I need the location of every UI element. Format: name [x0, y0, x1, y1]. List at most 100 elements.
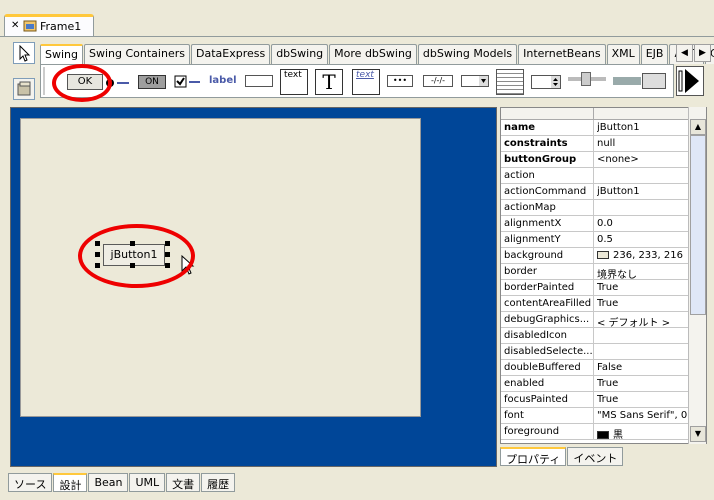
property-row[interactable]: contentAreaFilled True: [501, 296, 689, 312]
property-row[interactable]: alignmentY 0.5: [501, 232, 689, 248]
palette-tab-swing-containers[interactable]: Swing Containers: [84, 44, 190, 64]
pointer-icon: [19, 44, 31, 62]
tab-design[interactable]: 設計: [53, 473, 88, 492]
tab-events[interactable]: イベント: [567, 447, 624, 466]
property-name: doubleBuffered: [504, 362, 581, 373]
jcombobox-palette-item[interactable]: [461, 75, 489, 87]
property-value[interactable]: null: [597, 138, 689, 149]
palette-tab-internetbeans[interactable]: InternetBeans: [518, 44, 606, 64]
property-value[interactable]: 黒: [597, 426, 689, 441]
jtextarea-palette-item[interactable]: text: [280, 69, 308, 95]
property-row[interactable]: name jButton1: [501, 120, 689, 136]
property-value[interactable]: <none>: [597, 154, 689, 165]
bean-chooser-button[interactable]: [13, 78, 35, 100]
scroll-thumb[interactable]: [690, 135, 706, 315]
property-row[interactable]: buttonGroup <none>: [501, 152, 689, 168]
jtogglebutton-palette-item[interactable]: ON: [138, 75, 166, 89]
jscrollbar-palette-item[interactable]: [642, 73, 666, 89]
property-row[interactable]: foreground 黒: [501, 424, 689, 441]
property-value[interactable]: True: [597, 378, 689, 389]
property-value-text: True: [597, 298, 619, 309]
property-row[interactable]: actionCommand jButton1: [501, 184, 689, 200]
property-value[interactable]: jButton1: [597, 122, 689, 133]
frame-icon: [23, 19, 37, 32]
tab-doc[interactable]: 文書: [166, 473, 201, 492]
property-value[interactable]: True: [597, 282, 689, 293]
palette-tab-bar: Swing Swing Containers DataExpress dbSwi…: [40, 44, 714, 64]
jlist-palette-item[interactable]: [496, 69, 524, 95]
property-value-text: 0.5: [597, 234, 613, 245]
property-value[interactable]: False: [597, 362, 689, 373]
scroll-left-icon[interactable]: ◀: [676, 44, 693, 62]
property-value[interactable]: True: [597, 298, 689, 309]
property-name: font: [504, 410, 524, 421]
property-row[interactable]: disabledSelecte...: [501, 344, 689, 360]
property-value-text: 0.0: [597, 218, 613, 229]
property-value-text: True: [597, 378, 619, 389]
tab-uml[interactable]: UML: [129, 473, 166, 492]
jtextfield-palette-item[interactable]: [245, 75, 273, 87]
palette-tab-more-dbswing[interactable]: More dbSwing: [329, 44, 417, 64]
close-icon[interactable]: ✕: [11, 20, 19, 31]
palette-tab-swing[interactable]: Swing: [40, 44, 83, 64]
jlabel-palette-item[interactable]: label: [209, 75, 237, 86]
property-value-text: 黒: [613, 430, 623, 441]
property-value[interactable]: True: [597, 394, 689, 405]
property-name: borderPainted: [504, 282, 575, 293]
palette-tab-dbswing-models[interactable]: dbSwing Models: [417, 44, 518, 64]
jeditorpane-palette-item[interactable]: text: [352, 69, 380, 95]
jprogressbar-palette-item[interactable]: [613, 77, 641, 85]
property-value-text: jButton1: [597, 186, 640, 197]
property-value[interactable]: jButton1: [597, 186, 689, 197]
property-row[interactable]: constraints null: [501, 136, 689, 152]
scroll-right-icon[interactable]: ▶: [694, 44, 711, 62]
property-value-text: "MS Sans Serif", 0: [597, 410, 688, 421]
property-value-text: <none>: [597, 154, 639, 165]
property-row[interactable]: doubleBuffered False: [501, 360, 689, 376]
jspinner-palette-item[interactable]: [531, 75, 561, 89]
property-row[interactable]: background 236, 233, 216: [501, 248, 689, 264]
property-row[interactable]: debugGraphics... < デフォルト >: [501, 312, 689, 329]
property-value[interactable]: 0.0: [597, 218, 689, 229]
property-row[interactable]: font "MS Sans Serif", 0: [501, 408, 689, 424]
palette-tab-dbswing[interactable]: dbSwing: [271, 44, 329, 64]
tab-bean[interactable]: Bean: [88, 473, 129, 492]
palette-tab-dataexpress[interactable]: DataExpress: [190, 44, 271, 64]
frame1-tab[interactable]: ✕ Frame1: [4, 14, 94, 36]
jpasswordfield-palette-item[interactable]: •••: [387, 75, 413, 87]
property-row[interactable]: disabledIcon: [501, 328, 689, 344]
property-value[interactable]: < デフォルト >: [597, 314, 689, 329]
property-value[interactable]: 236, 233, 216: [597, 250, 689, 261]
property-value[interactable]: "MS Sans Serif", 0: [597, 410, 689, 421]
property-row[interactable]: action: [501, 168, 689, 184]
property-name: name: [504, 122, 536, 133]
property-value[interactable]: 0.5: [597, 234, 689, 245]
palette-scroll-right-button[interactable]: [676, 66, 704, 96]
frame-content-pane[interactable]: [20, 118, 421, 417]
property-value[interactable]: 境界なし: [597, 266, 689, 281]
property-row[interactable]: enabled True: [501, 376, 689, 392]
jtextpane-palette-item[interactable]: T: [315, 69, 343, 95]
property-row[interactable]: border 境界なし: [501, 264, 689, 281]
highlight-ellipse-ok: [52, 64, 112, 102]
scroll-up-icon[interactable]: ▲: [690, 119, 706, 135]
jformattedtextfield-palette-item[interactable]: -/-/-: [423, 75, 453, 87]
tab-divider: [0, 36, 714, 37]
palette-tab-ejb[interactable]: EJB: [640, 44, 669, 64]
property-name: actionMap: [504, 202, 556, 213]
property-scrollbar[interactable]: ▲ ▼: [688, 107, 706, 444]
color-swatch-icon: [597, 431, 609, 439]
property-row[interactable]: borderPainted True: [501, 280, 689, 296]
tab-source[interactable]: ソース: [8, 473, 53, 492]
selection-tool-button[interactable]: [13, 42, 35, 64]
property-name: foreground: [504, 426, 560, 437]
property-name: disabledIcon: [504, 330, 567, 341]
tab-properties[interactable]: プロパティ: [500, 447, 567, 466]
property-row[interactable]: focusPainted True: [501, 392, 689, 408]
scroll-down-icon[interactable]: ▼: [690, 426, 706, 442]
property-row[interactable]: actionMap: [501, 200, 689, 216]
palette-tab-xml[interactable]: XML: [606, 44, 640, 64]
jcheckbox-palette-item[interactable]: [174, 75, 202, 92]
tab-history[interactable]: 履歴: [201, 473, 236, 492]
property-row[interactable]: alignmentX 0.0: [501, 216, 689, 232]
